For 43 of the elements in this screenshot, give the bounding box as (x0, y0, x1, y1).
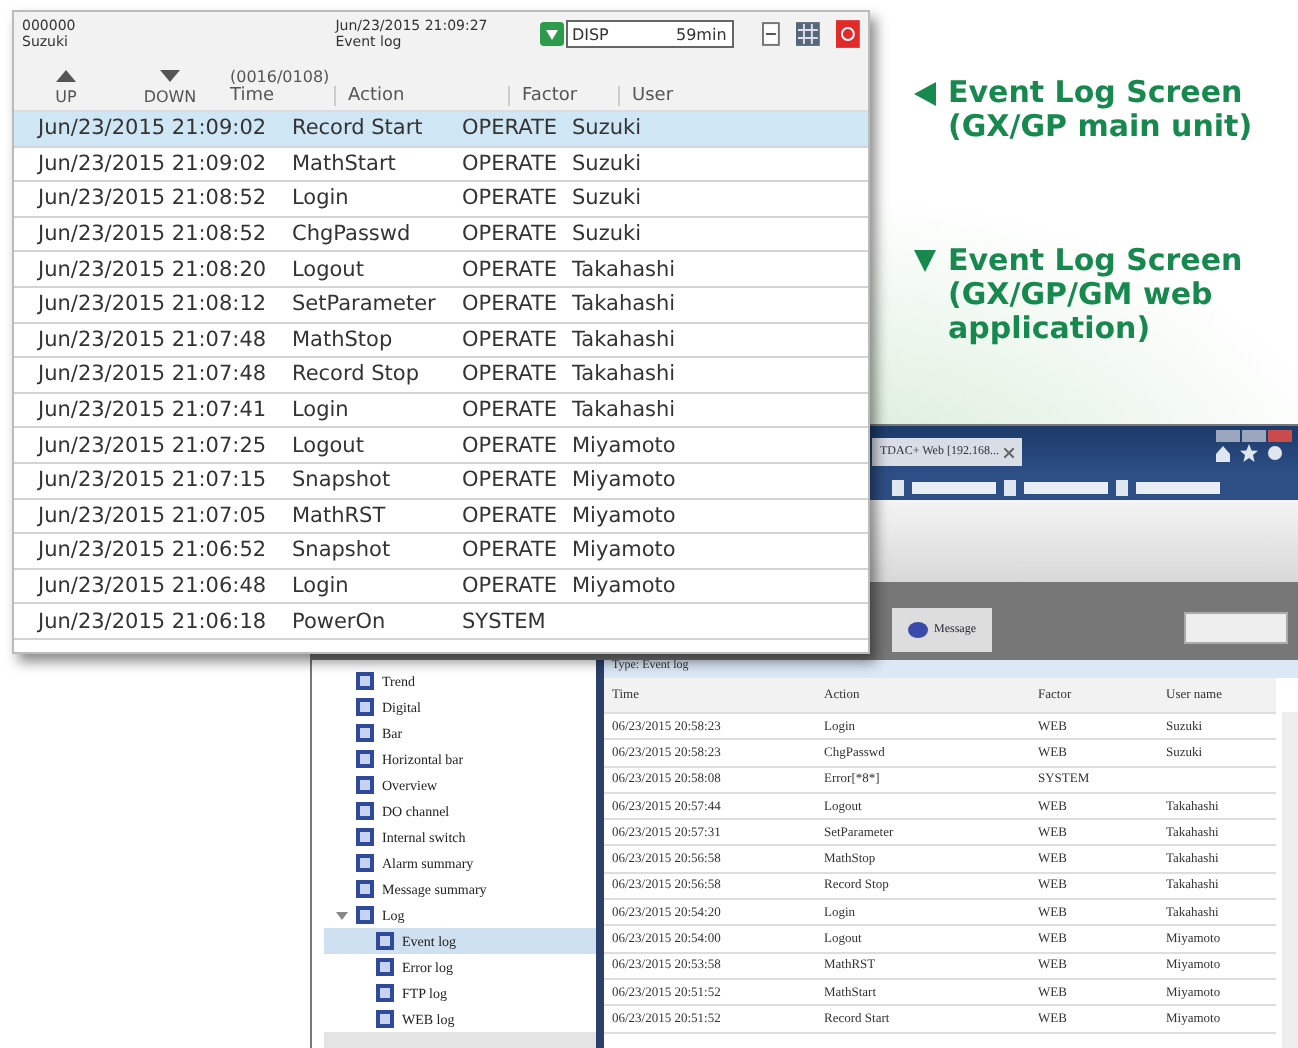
table-row[interactable]: Jun/23/2015 21:09:02 Record Start OPERATE Suzuki (14, 112, 868, 148)
alarm-icon (836, 20, 860, 48)
caption: Event Log Screen (GX/GP/GM web application) (948, 244, 1243, 346)
table-row[interactable]: Jun/23/2015 21:09:02 MathStart OPERATE Suzuki (14, 147, 868, 183)
up-button[interactable]: UP (22, 70, 110, 106)
table-row[interactable]: Jun/23/2015 21:06:48 Login OPERATE Miyamoto (14, 569, 868, 605)
down-button[interactable]: DOWN (126, 70, 214, 106)
table-row[interactable]: Jun/23/2015 21:07:48 MathStop OPERATE Takahashi (14, 323, 868, 359)
record-counter: (0016/0108) (230, 68, 332, 86)
up-triangle-icon (56, 70, 76, 82)
status-field (1024, 481, 1108, 494)
table-row[interactable]: Jun/23/2015 21:06:18 PowerOn SYSTEM (14, 604, 868, 640)
table-row[interactable]: Jun/23/2015 21:07:25 Logout OPERATE Miyamoto (14, 428, 868, 464)
column-header: Factor (508, 86, 618, 106)
maximize-button[interactable] (1242, 430, 1266, 442)
caret-icon[interactable] (336, 909, 348, 921)
print-button[interactable] (1184, 612, 1288, 644)
table-row[interactable]: Jun/23/2015 21:07:15 Snapshot OPERATE Miyamoto (14, 463, 868, 500)
star-icon (1240, 444, 1258, 463)
grid-icon (796, 22, 821, 46)
table-row[interactable]: Jun/23/2015 21:06:52 Snapshot OPERATE Miyamoto (14, 534, 868, 570)
table-row[interactable]: Jun/23/2015 21:07:41 Login OPERATE Takahashi (14, 393, 868, 429)
close-icon (1004, 447, 1015, 458)
caption: Event Log Screen (GX/GP main unit) (948, 76, 1253, 144)
column-header: User (618, 86, 752, 106)
column-header: Time (230, 86, 277, 106)
status-field (1136, 481, 1220, 494)
table-row[interactable]: Jun/23/2015 21:08:52 Login OPERATE Suzuki (14, 182, 868, 218)
table-row[interactable]: Jun/23/2015 21:07:48 Record Stop OPERATE Takahashi (14, 358, 868, 394)
home-icon (1214, 444, 1232, 463)
minimize-button[interactable] (1216, 430, 1240, 442)
table-row[interactable]: Jun/23/2015 21:08:12 SetParameter OPERATE Takahashi (14, 287, 868, 324)
scrollbar[interactable] (324, 1032, 596, 1048)
table-row[interactable]: Jun/23/2015 21:08:52 ChgPasswd OPERATE Suzuki (14, 217, 868, 253)
table-row[interactable]: Jun/23/2015 21:07:05 MathRST OPERATE Miyamoto (14, 499, 868, 535)
left-triangle-icon (914, 82, 936, 106)
column-header: Action (334, 86, 508, 106)
down-triangle-icon (160, 70, 180, 82)
close-button[interactable] (1268, 430, 1292, 442)
down-triangle-icon (914, 250, 936, 274)
table-row[interactable]: Jun/23/2015 21:08:20 Logout OPERATE Takahashi (14, 252, 868, 288)
message-icon (908, 622, 928, 638)
status-field (912, 481, 996, 494)
